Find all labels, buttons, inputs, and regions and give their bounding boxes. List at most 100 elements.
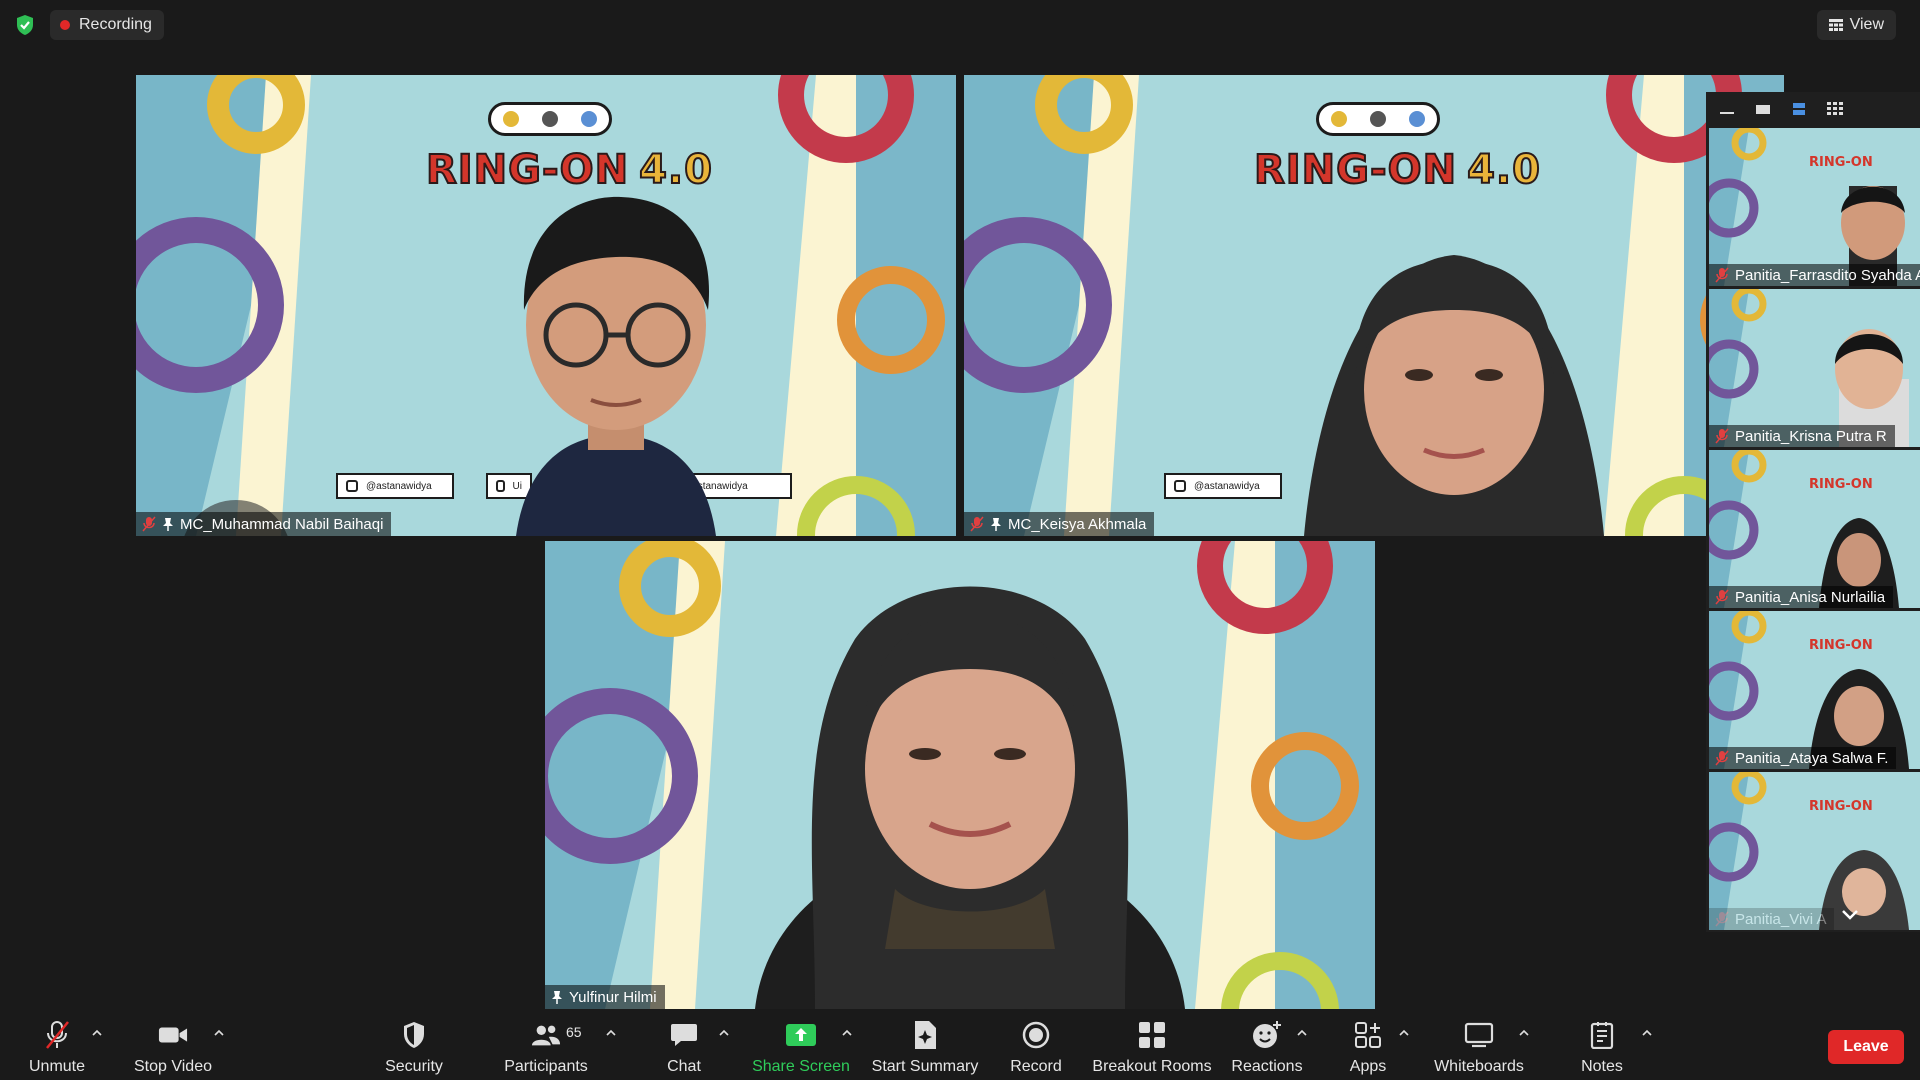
- unmute-label: Unmute: [28, 1058, 86, 1075]
- event-brand-title: RING-ON 4.0: [1253, 146, 1541, 194]
- start-summary-label: Start Summary: [871, 1058, 979, 1075]
- participant-name-tag: MC_Keisya Akhmala: [964, 512, 1155, 536]
- record-icon: [1022, 1021, 1050, 1049]
- mic-muted-icon: [1715, 911, 1729, 927]
- reactions-options-caret-icon[interactable]: [1296, 1028, 1308, 1038]
- event-logo-badge: [1316, 102, 1440, 136]
- participants-label: Participants: [504, 1058, 588, 1075]
- participants-button[interactable]: Participants: [486, 1020, 606, 1076]
- social-handle-instagram: @astanawidya: [336, 473, 454, 499]
- participant-video: [755, 586, 1185, 1009]
- apps-options-caret-icon[interactable]: [1398, 1028, 1410, 1038]
- notes-options-caret-icon[interactable]: [1641, 1028, 1653, 1038]
- record-button[interactable]: Record: [976, 1020, 1096, 1076]
- svg-text:RING-ON: RING-ON: [1809, 477, 1873, 492]
- svg-text:RING-ON: RING-ON: [1809, 799, 1873, 814]
- mic-muted-icon: [142, 516, 156, 532]
- thumbnail-background: RING-ON: [1709, 128, 1920, 286]
- pin-icon: [991, 518, 1001, 531]
- chat-options-caret-icon[interactable]: [718, 1028, 730, 1038]
- participants-options-caret-icon[interactable]: [605, 1028, 617, 1038]
- apps-button[interactable]: Apps: [1308, 1020, 1428, 1076]
- participant-name: Panitia_Farrasdito Syahda A: [1735, 266, 1920, 284]
- apps-icon: [1355, 1022, 1381, 1048]
- event-logo-badge: [488, 102, 612, 136]
- minimize-icon[interactable]: [1718, 102, 1736, 116]
- leave-meeting-button[interactable]: Leave: [1828, 1030, 1904, 1064]
- leave-label: Leave: [1843, 1038, 1889, 1055]
- video-camera-icon: [158, 1027, 188, 1043]
- speaker-view-icon[interactable]: [1754, 102, 1772, 116]
- mic-muted-icon: [970, 516, 984, 532]
- participant-thumbnail[interactable]: Panitia_Krisna Putra R: [1709, 289, 1920, 447]
- whiteboards-options-caret-icon[interactable]: [1518, 1028, 1530, 1038]
- chat-bubble-icon: [671, 1024, 697, 1046]
- recording-label: Recording: [79, 16, 152, 33]
- video-tile-active-speaker[interactable]: Yulfinur Hilmi: [545, 541, 1375, 1009]
- pin-icon: [163, 518, 173, 531]
- svg-text:RING-ON: RING-ON: [1809, 638, 1873, 653]
- participant-name: Panitia_Vivi A: [1735, 910, 1827, 928]
- participants-icon: [531, 1025, 561, 1046]
- participant-name-tag: Panitia_Ataya Salwa F.: [1709, 747, 1897, 769]
- security-button[interactable]: Security: [354, 1020, 474, 1076]
- participant-name: MC_Muhammad Nabil Baihaqi: [180, 515, 384, 533]
- microphone-muted-icon: [46, 1021, 69, 1049]
- breakout-rooms-label: Breakout Rooms: [1092, 1058, 1212, 1075]
- share-options-caret-icon[interactable]: [841, 1028, 853, 1038]
- reactions-smiley-icon: [1253, 1021, 1281, 1048]
- participant-thumbnail[interactable]: RING-ON Panitia_Vivi A: [1709, 772, 1920, 930]
- mic-muted-icon: [1715, 589, 1729, 605]
- video-options-caret-icon[interactable]: [213, 1028, 225, 1038]
- thumbnail-background: RING-ON: [1709, 611, 1920, 769]
- apps-label: Apps: [1349, 1058, 1387, 1075]
- participant-video: [1304, 255, 1604, 536]
- participant-name: Panitia_Anisa Nurlailia: [1735, 588, 1886, 606]
- participant-gallery-sidebar: RING-ON Panitia_Farrasdito Syahda A Pani…: [1706, 92, 1920, 932]
- grid-view-icon: [1828, 19, 1843, 31]
- view-button[interactable]: View: [1816, 10, 1896, 40]
- pin-icon: [552, 991, 562, 1004]
- mic-muted-icon: [1715, 428, 1729, 444]
- participant-thumbnail[interactable]: RING-ON Panitia_Anisa Nurlailia: [1709, 450, 1920, 608]
- participant-name-tag: Yulfinur Hilmi: [545, 985, 665, 1009]
- stop-video-label: Stop Video: [134, 1058, 212, 1075]
- gallery-view-icon[interactable]: [1826, 102, 1844, 116]
- breakout-rooms-icon: [1139, 1022, 1165, 1048]
- recording-indicator[interactable]: Recording: [50, 10, 164, 40]
- record-label: Record: [1010, 1058, 1062, 1075]
- social-handle-instagram: @astanawidya: [1164, 473, 1282, 499]
- participant-name-tag: Panitia_Anisa Nurlailia: [1709, 586, 1894, 608]
- strip-view-icon[interactable]: [1790, 102, 1808, 116]
- video-tile-2[interactable]: RING-ON 4.0 @astanawidya MC_Keisya Akhmal…: [964, 75, 1784, 536]
- security-label: Security: [385, 1058, 443, 1075]
- mic-muted-icon: [1715, 750, 1729, 766]
- summary-document-icon: [915, 1021, 936, 1049]
- notes-icon: [1590, 1022, 1614, 1049]
- view-label: View: [1849, 16, 1884, 33]
- meeting-controls-toolbar: Unmute Stop Video Security Participants …: [0, 1010, 1920, 1080]
- audio-options-caret-icon[interactable]: [91, 1028, 103, 1038]
- thumbnail-background: [1709, 289, 1920, 447]
- participant-name-tag: Panitia_Farrasdito Syahda A: [1709, 264, 1920, 286]
- breakout-rooms-button[interactable]: Breakout Rooms: [1092, 1020, 1212, 1076]
- start-summary-button[interactable]: Start Summary: [865, 1020, 985, 1076]
- participant-thumbnail[interactable]: RING-ON Panitia_Farrasdito Syahda A: [1709, 128, 1920, 286]
- sidebar-view-controls: [1706, 92, 1920, 126]
- reactions-label: Reactions: [1231, 1058, 1303, 1075]
- recording-dot-icon: [60, 20, 70, 30]
- video-tile-1[interactable]: RING-ON 4.0 @astanawidya Ui @astanawidya …: [136, 75, 956, 536]
- share-screen-label: Share Screen: [752, 1058, 850, 1075]
- participant-count: 65: [566, 1024, 582, 1040]
- scroll-down-chevron-icon[interactable]: [1838, 904, 1862, 924]
- mic-muted-icon: [1715, 267, 1729, 283]
- participant-name: Panitia_Ataya Salwa F.: [1735, 749, 1889, 767]
- participant-thumbnail[interactable]: RING-ON Panitia_Ataya Salwa F.: [1709, 611, 1920, 769]
- participant-video: [516, 196, 716, 536]
- security-shield-icon[interactable]: [15, 14, 35, 36]
- svg-text:RING-ON: RING-ON: [1809, 155, 1873, 170]
- participant-name: Yulfinur Hilmi: [569, 988, 657, 1006]
- whiteboard-icon: [1464, 1022, 1494, 1048]
- share-screen-icon: [786, 1024, 816, 1046]
- participant-name-tag: Panitia_Krisna Putra R: [1709, 425, 1895, 447]
